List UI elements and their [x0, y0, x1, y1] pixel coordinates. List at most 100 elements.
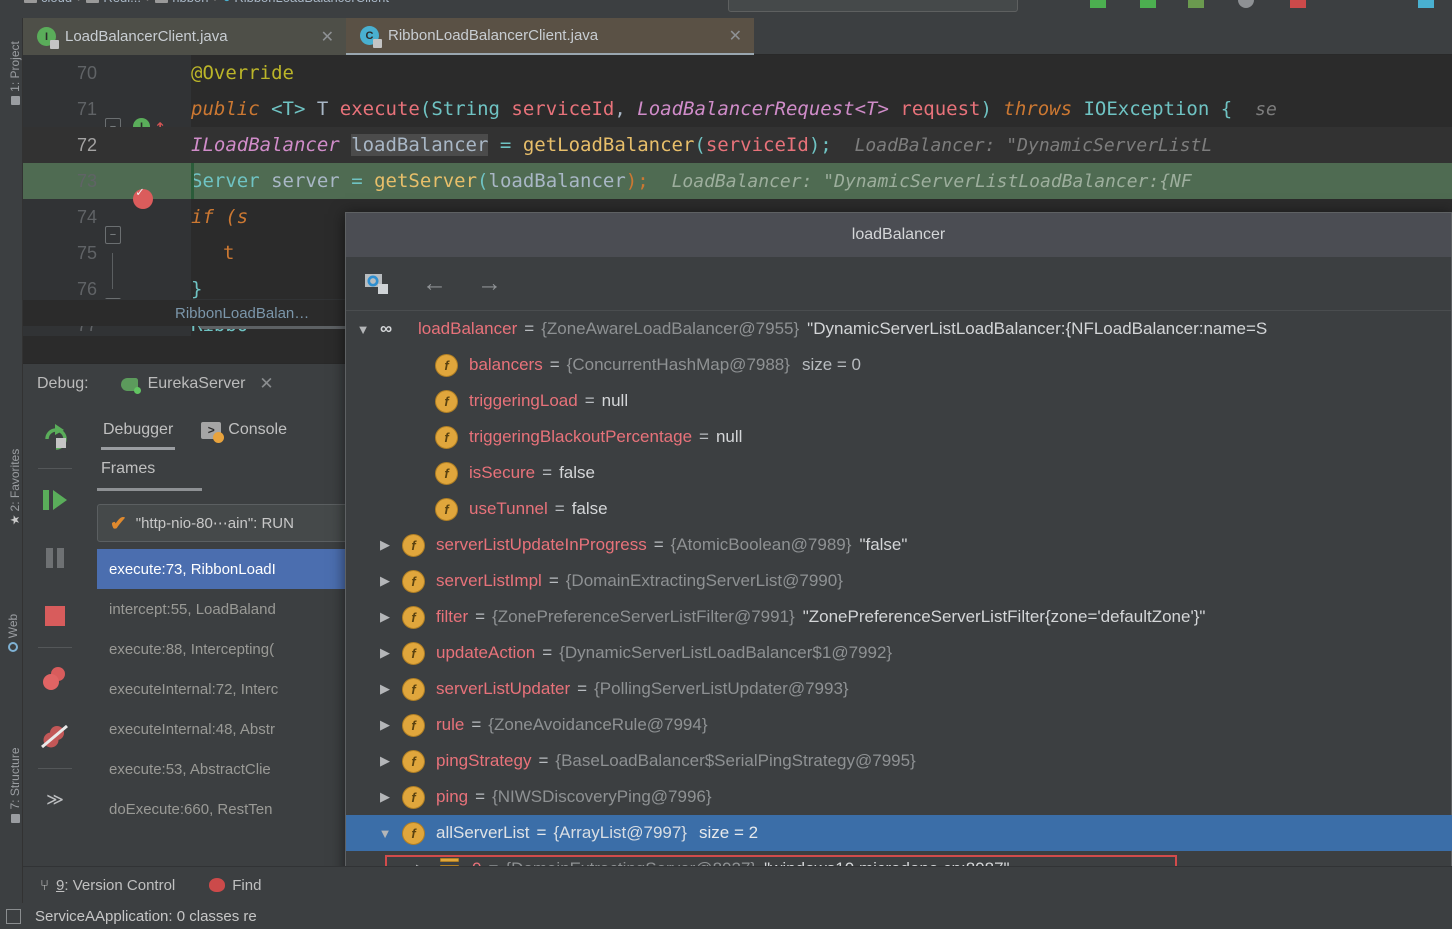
frame-row[interactable]: executeInternal:72, Interc — [97, 669, 379, 709]
expand-twisty-icon[interactable]: ▶ — [368, 681, 402, 697]
variable-row[interactable]: ▶ f useTunnel = false — [346, 491, 1452, 527]
variable-row[interactable]: ▶ f isSecure = false — [346, 455, 1452, 491]
tab-debugger[interactable]: Debugger — [89, 408, 187, 452]
field-icon: f — [402, 533, 425, 557]
variable-row[interactable]: ▶ f updateAction = {DynamicServerListLoa… — [346, 635, 1452, 671]
frame-label: executeInternal:48, Abstr — [109, 720, 275, 738]
editor-tab-label: LoadBalancerClient.java — [65, 28, 228, 45]
editor-tab-loadbalancerclient[interactable]: I LoadBalancerClient.java ✕ — [23, 18, 346, 55]
bug-toolbar-button[interactable] — [1290, 0, 1306, 8]
variable-row[interactable]: ▼ ∞ loadBalancer = {ZoneAwareLoadBalance… — [346, 311, 1452, 347]
variable-type: {AtomicBoolean@7989} — [670, 535, 852, 554]
frame-row[interactable]: execute:73, RibbonLoadI — [97, 549, 379, 589]
variable-row[interactable]: ▶ f balancers = {ConcurrentHashMap@7988}… — [346, 347, 1452, 383]
debug-button[interactable] — [1140, 0, 1156, 8]
search-everywhere-icon[interactable] — [1418, 0, 1434, 8]
expand-twisty-icon[interactable]: ▼ — [346, 322, 380, 337]
tab-console[interactable]: > Console — [187, 408, 301, 452]
back-arrow-icon[interactable]: ← — [422, 271, 447, 296]
variable-row[interactable]: ▶ f serverListUpdater = {PollingServerLi… — [346, 671, 1452, 707]
field-icon: f — [402, 821, 425, 845]
breadcrumb-item-cloud[interactable]: cloud — [41, 0, 72, 5]
run-configuration-selector[interactable] — [728, 0, 1018, 12]
frame-row[interactable]: intercept:55, LoadBaland — [97, 589, 379, 629]
breadcrumb-item-ribbon[interactable]: ribbon — [172, 0, 208, 5]
stop-toolbar-button[interactable] — [1238, 0, 1254, 8]
frame-row[interactable]: doExecute:660, RestTen — [97, 789, 379, 829]
run-button[interactable] — [1090, 0, 1106, 8]
mute-breakpoints-button[interactable] — [29, 708, 81, 766]
variable-row[interactable]: ▶ f serverListUpdateInProgress = {Atomic… — [346, 527, 1452, 563]
find-button[interactable]: Find — [209, 877, 261, 894]
close-icon[interactable]: ✕ — [259, 374, 273, 394]
sidebar-item-favorites[interactable]: ★ 2: Favorites — [8, 442, 22, 532]
sidebar-item-web[interactable]: Web — [6, 598, 20, 668]
close-icon[interactable]: ✕ — [715, 26, 742, 46]
console-icon: > — [201, 421, 225, 443]
variable-value: "DynamicServerListLoadBalancer:{NFLoadBa… — [807, 319, 1268, 338]
field-icon: f — [435, 353, 458, 377]
editor-tab-ribbonloadbalancerclient[interactable]: C RibbonLoadBalancerClient.java ✕ — [346, 18, 754, 55]
find-label: Find — [232, 876, 262, 894]
method-name: execute — [339, 98, 420, 120]
toolbar-divider — [38, 647, 72, 648]
variable-type: {ZoneAvoidanceRule@7994} — [488, 715, 708, 734]
expand-twisty-icon: ▶ — [401, 501, 435, 517]
pause-button[interactable] — [29, 529, 81, 587]
sidebar-item-project[interactable]: 1: Project — [8, 28, 22, 118]
variable-row[interactable]: ▶ f triggeringLoad = null — [346, 383, 1452, 419]
kw-throws: throws — [1003, 98, 1073, 120]
coverage-button[interactable] — [1188, 0, 1204, 8]
inline-debug-hint: LoadBalancer: "DynamicServerListLoadBala… — [671, 171, 1192, 192]
expand-twisty-icon[interactable]: ▶ — [368, 753, 402, 769]
branch-icon: ⑂ — [40, 876, 50, 894]
variable-name: triggeringBlackoutPercentage — [469, 427, 693, 446]
rerun-button[interactable] — [29, 408, 81, 466]
thread-selector[interactable]: ✔ "http-nio-80⋯ain": RUN — [97, 504, 379, 542]
view-breakpoints-button[interactable] — [29, 650, 81, 708]
sidebar-label-favorites: 2: Favorites — [8, 448, 22, 512]
code-fragment: if (s — [191, 206, 249, 228]
collapse-twisty-icon[interactable]: ▼ — [368, 826, 402, 841]
variables-tree[interactable]: ▼ ∞ loadBalancer = {ZoneAwareLoadBalance… — [346, 311, 1452, 929]
frames-list[interactable]: execute:73, RibbonLoadI intercept:55, Lo… — [97, 549, 379, 834]
left-tool-window-bar: 1: Project ★ 2: Favorites Web 7: Structur… — [0, 18, 23, 929]
expand-twisty-icon[interactable]: ▶ — [368, 537, 402, 553]
more-button[interactable]: ≫ — [29, 771, 81, 829]
expand-twisty-icon[interactable]: ▶ — [368, 789, 402, 805]
breadcrumb-item-file[interactable]: RibbonLoadBalancerClient — [234, 0, 389, 5]
expand-twisty-icon[interactable]: ▶ — [368, 609, 402, 625]
version-control-button[interactable]: ⑂ 9: Version Control — [40, 877, 175, 894]
variable-row[interactable]: ▶ f rule = {ZoneAvoidanceRule@7994} — [346, 707, 1452, 743]
debug-tab-bar: Debugger > Console — [89, 408, 379, 452]
operator: = — [499, 134, 512, 156]
variable-name: useTunnel — [469, 499, 548, 518]
variable-row-selected[interactable]: ▼ f allServerList = {ArrayList@7997} siz… — [346, 815, 1452, 851]
expand-twisty-icon[interactable]: ▶ — [368, 717, 402, 733]
inline-debug-hint: LoadBalancer: "DynamicServerListL — [854, 135, 1213, 156]
expand-twisty-icon[interactable]: ▶ — [368, 645, 402, 661]
line-number: 74 — [76, 206, 97, 227]
frame-row[interactable]: executeInternal:48, Abstr — [97, 709, 379, 749]
variable-row[interactable]: ▶ f filter = {ZonePreferenceServerListFi… — [346, 599, 1452, 635]
variable-type: {NIWSDiscoveryPing@7996} — [492, 787, 712, 806]
variable-row[interactable]: ▶ f pingStrategy = {BaseLoadBalancer$Ser… — [346, 743, 1452, 779]
frame-row[interactable]: execute:53, AbstractClie — [97, 749, 379, 789]
field-icon: f — [435, 425, 458, 449]
breadcrumb-item-redis[interactable]: Redi... — [103, 0, 141, 5]
frame-row[interactable]: execute:88, Intercepting( — [97, 629, 379, 669]
variable-row[interactable]: ▶ f serverListImpl = {DomainExtractingSe… — [346, 563, 1452, 599]
forward-arrow-icon[interactable]: → — [477, 271, 502, 296]
bottom-tool-window-bar: ⑂ 9: Version Control Find — [23, 866, 1452, 903]
debug-config-name[interactable]: EurekaServer — [148, 375, 246, 393]
inspect-icon[interactable] — [364, 270, 392, 298]
class-icon: C — [360, 26, 382, 48]
stop-button[interactable] — [29, 587, 81, 645]
resume-button[interactable] — [29, 471, 81, 529]
variable-row[interactable]: ▶ f triggeringBlackoutPercentage = null — [346, 419, 1452, 455]
variable-row[interactable]: ▶ f ping = {NIWSDiscoveryPing@7996} — [346, 779, 1452, 815]
sidebar-item-structure[interactable]: 7: Structure — [8, 740, 22, 830]
close-icon[interactable]: ✕ — [307, 27, 334, 47]
expand-twisty-icon[interactable]: ▶ — [368, 573, 402, 589]
stop-icon — [45, 606, 65, 626]
